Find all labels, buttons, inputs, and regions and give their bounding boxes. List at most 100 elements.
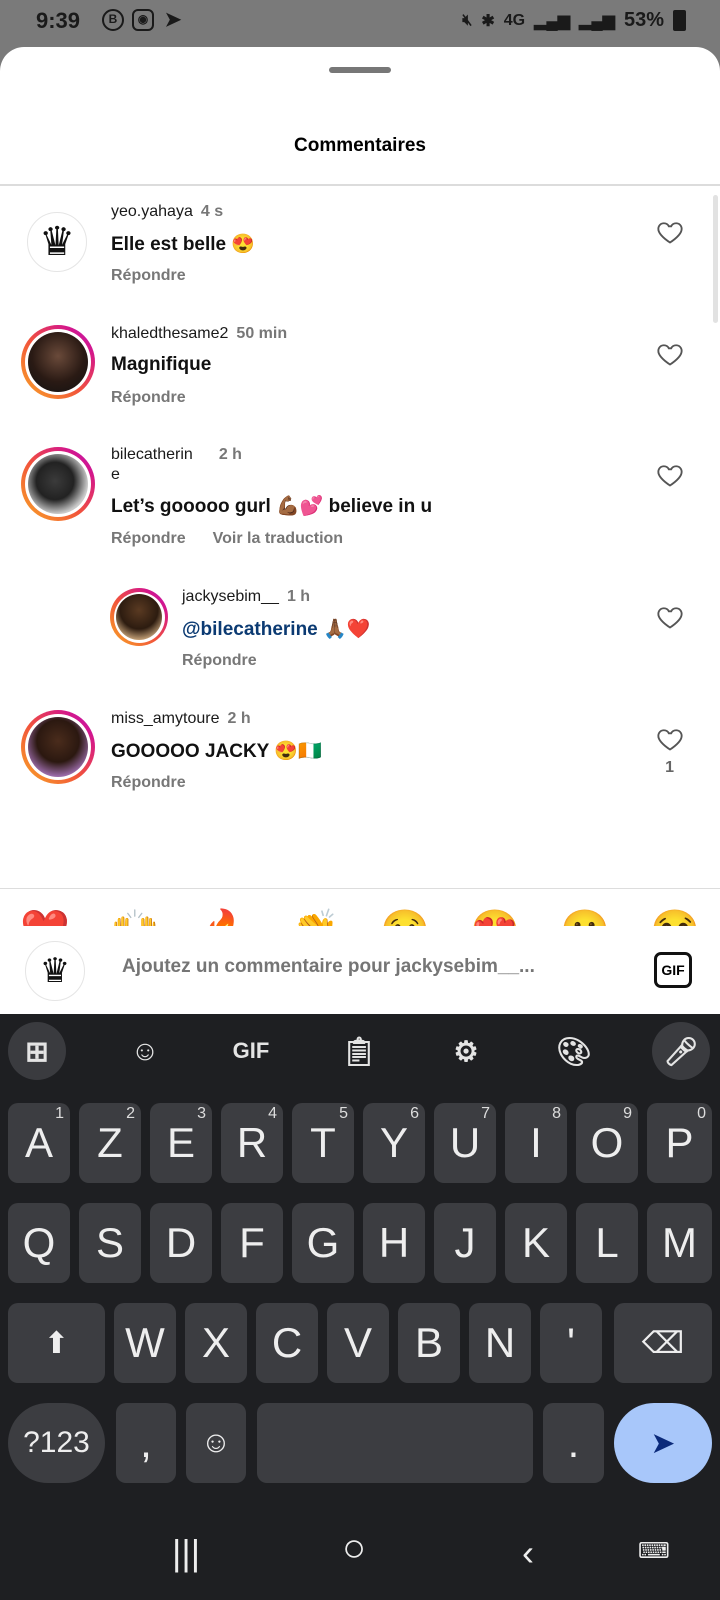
key-apostrophe[interactable]: ': [540, 1303, 602, 1383]
key-row-2: Q S D F G H J K L M: [0, 1203, 720, 1283]
palette-icon[interactable]: 🎨︎: [545, 1022, 603, 1080]
heart-icon[interactable]: [656, 603, 684, 631]
avatar[interactable]: [21, 325, 95, 399]
instagram-icon: ◉: [132, 9, 154, 31]
key-v[interactable]: V: [327, 1303, 389, 1383]
reply-button[interactable]: Répondre: [111, 389, 186, 407]
key-x[interactable]: X: [185, 1303, 247, 1383]
comment-username[interactable]: yeo.yahaya 4 s: [111, 203, 223, 221]
comment-text: @bilecatherine 🙏🏾❤️: [182, 619, 371, 640]
gif-keyboard-button[interactable]: GIF: [222, 1022, 280, 1080]
gear-icon[interactable]: ⚙: [437, 1022, 495, 1080]
avatar[interactable]: [110, 588, 168, 646]
key-row-3: ⬆ W X C V B N ' ⌫: [0, 1303, 720, 1383]
shift-key[interactable]: ⬆: [8, 1303, 105, 1383]
comment-text: Elle est belle 😍: [111, 234, 256, 255]
symbols-key[interactable]: ?123: [8, 1403, 105, 1483]
space-bar[interactable]: [257, 1403, 533, 1483]
key-y[interactable]: Y6: [363, 1103, 425, 1183]
keyboard: ⊞ ☺ GIF 📋︎ ⚙ 🎨︎ 🎤︎ A1 Z2 E3 R4 T5 Y6 U7 …: [0, 1014, 720, 1504]
key-i[interactable]: I8: [505, 1103, 567, 1183]
reply-button[interactable]: Répondre: [111, 267, 186, 285]
heart-icon[interactable]: [656, 340, 684, 368]
key-a[interactable]: A1: [8, 1103, 70, 1183]
signal-icon-2: ▂▄▆: [579, 12, 615, 30]
reply-button[interactable]: Répondre: [182, 652, 257, 670]
avatar[interactable]: ♛: [27, 212, 87, 272]
page-title: Commentaires: [294, 135, 426, 156]
drag-handle[interactable]: [329, 67, 391, 73]
telegram-icon: ➤: [164, 9, 182, 31]
comment-composer: ♛ GIF: [0, 926, 720, 1014]
emoji-key[interactable]: ☺: [186, 1403, 246, 1483]
scrollbar[interactable]: [713, 195, 718, 323]
avatar[interactable]: [21, 710, 95, 784]
comment-time: 2 h: [218, 446, 242, 463]
network-type: 4G: [503, 11, 526, 29]
key-p[interactable]: P0: [647, 1103, 712, 1183]
signal-icon: ▂▄▆: [534, 12, 571, 30]
reply-button[interactable]: Répondre: [111, 774, 186, 792]
key-n[interactable]: N: [469, 1303, 531, 1383]
key-m[interactable]: M: [647, 1203, 712, 1283]
heart-icon[interactable]: [656, 725, 684, 753]
microphone-icon[interactable]: 🎤︎: [652, 1022, 710, 1080]
comment-text: GOOOOO JACKY 😍🇨🇮: [111, 741, 322, 762]
key-w[interactable]: W: [114, 1303, 176, 1383]
comments-sheet: Commentaires ♛ yeo.yahaya 4 s Elle est be…: [0, 47, 720, 1012]
comment-time: 1 h: [286, 588, 311, 605]
key-k[interactable]: K: [505, 1203, 567, 1283]
home-icon[interactable]: ○: [342, 1526, 366, 1571]
mention-link[interactable]: @bilecatherine: [182, 619, 318, 640]
heart-icon[interactable]: [656, 461, 684, 489]
avatar[interactable]: [21, 447, 95, 521]
key-l[interactable]: L: [576, 1203, 638, 1283]
comma-key[interactable]: ,: [116, 1403, 176, 1483]
back-icon[interactable]: ‹: [522, 1532, 534, 1574]
gif-button[interactable]: GIF: [654, 952, 692, 988]
key-j[interactable]: J: [434, 1203, 496, 1283]
send-icon[interactable]: ➤: [614, 1403, 712, 1483]
sticker-icon[interactable]: ☺: [116, 1022, 174, 1080]
key-f[interactable]: F: [221, 1203, 283, 1283]
recent-apps-icon[interactable]: |||: [172, 1532, 200, 1574]
clipboard-icon[interactable]: 📋︎: [330, 1022, 388, 1080]
heart-icon[interactable]: [656, 218, 684, 246]
key-o[interactable]: O9: [576, 1103, 638, 1183]
comment-actions: Répondre: [111, 389, 186, 407]
comment-username[interactable]: bilecatherin 2 he: [111, 445, 242, 485]
key-q[interactable]: Q: [8, 1203, 70, 1283]
key-h[interactable]: H: [363, 1203, 425, 1283]
key-row-4: ?123 , ☺ . ➤: [0, 1403, 720, 1483]
key-d[interactable]: D: [150, 1203, 212, 1283]
key-r[interactable]: R4: [221, 1103, 283, 1183]
period-key[interactable]: .: [543, 1403, 604, 1483]
crown-icon: ♛: [39, 952, 71, 990]
comment-username[interactable]: khaledthesame2 50 min: [111, 325, 287, 343]
key-g[interactable]: G: [292, 1203, 354, 1283]
key-s[interactable]: S: [79, 1203, 141, 1283]
mute-icon: 🔇︎: [462, 11, 473, 29]
comment-time: 2 h: [227, 710, 251, 727]
translate-button[interactable]: Voir la traduction: [213, 530, 343, 548]
backspace-key[interactable]: ⌫: [614, 1303, 712, 1383]
comment-username[interactable]: jackysebim__ 1 h: [182, 588, 310, 606]
key-c[interactable]: C: [256, 1303, 318, 1383]
apps-grid-icon[interactable]: ⊞: [8, 1022, 66, 1080]
like-count: 1: [665, 759, 674, 776]
key-t[interactable]: T5: [292, 1103, 354, 1183]
comment-input[interactable]: [122, 956, 542, 978]
comment-actions: Répondre: [182, 652, 257, 670]
divider: [0, 184, 720, 186]
key-row-1: A1 Z2 E3 R4 T5 Y6 U7 I8 O9 P0: [0, 1103, 720, 1183]
status-time: 9:39: [36, 8, 81, 33]
battery-percent: 53%: [623, 9, 664, 31]
comment-time: 4 s: [200, 203, 224, 220]
keyboard-hide-icon[interactable]: ⌨: [638, 1538, 670, 1564]
key-z[interactable]: Z2: [79, 1103, 141, 1183]
comment-username[interactable]: miss_amytoure 2 h: [111, 710, 251, 728]
key-b[interactable]: B: [398, 1303, 460, 1383]
reply-button[interactable]: Répondre: [111, 530, 186, 548]
key-e[interactable]: E3: [150, 1103, 212, 1183]
key-u[interactable]: U7: [434, 1103, 496, 1183]
